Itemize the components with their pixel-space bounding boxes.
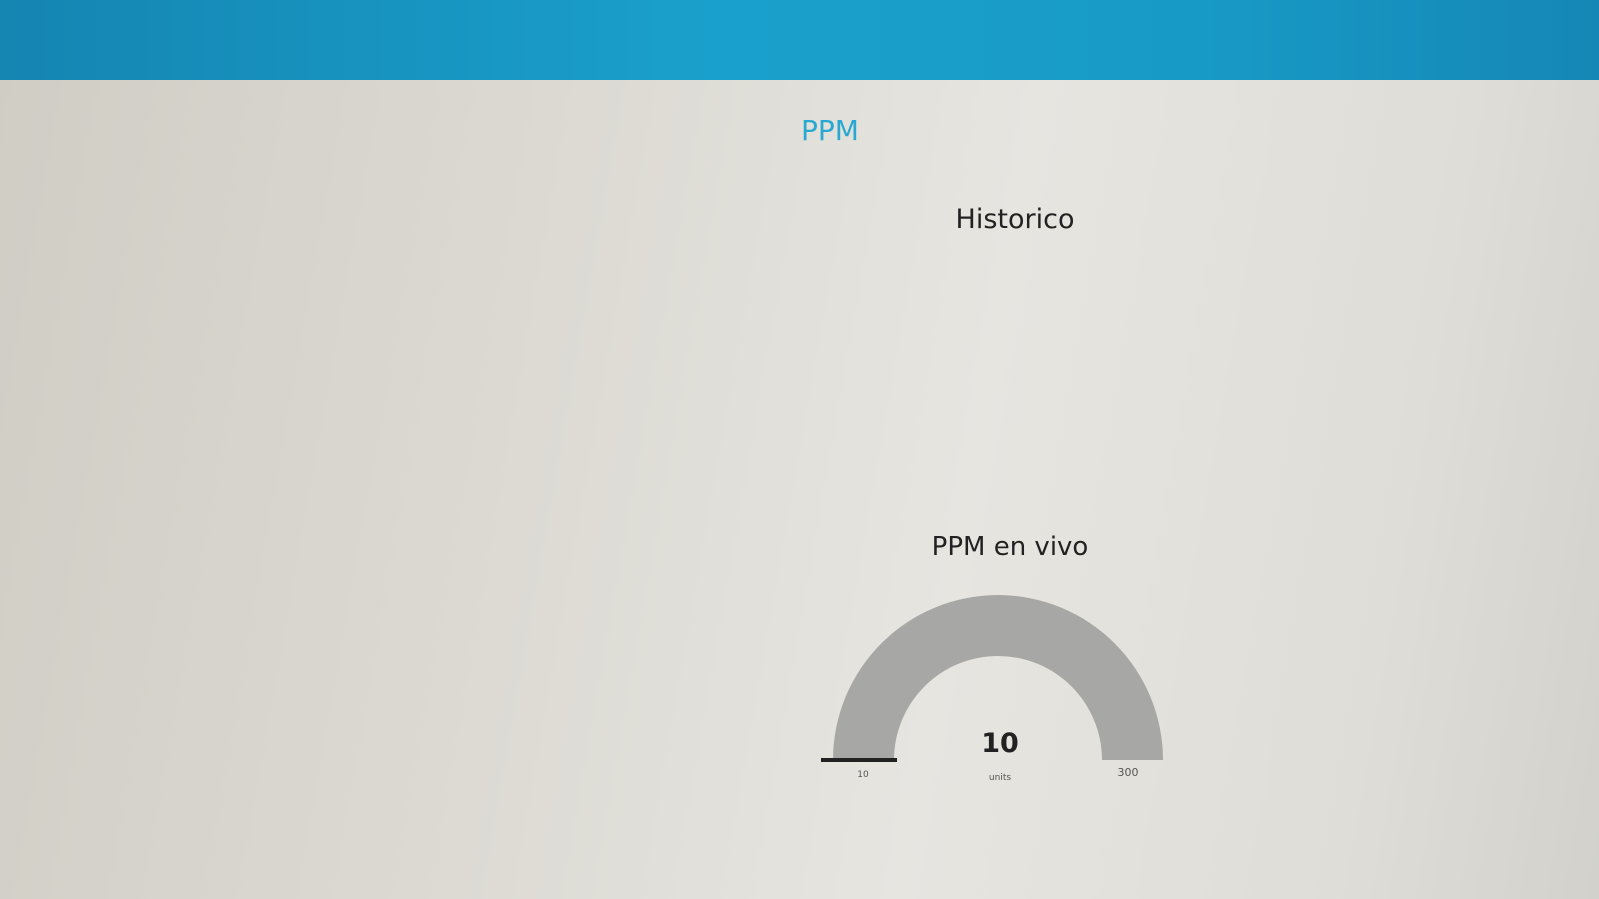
gauge-min-label: 10	[857, 770, 869, 780]
ppm-gauge: 10 units 10 300	[820, 590, 1180, 790]
live-gauge-title: PPM en vivo	[931, 532, 1089, 562]
top-header-bar	[0, 0, 1599, 80]
gauge-graphic	[821, 595, 1163, 762]
gauge-max-label: 300	[1117, 766, 1139, 779]
historico-chart-title: Historico	[955, 204, 1075, 235]
historico-chart-area	[760, 250, 1380, 510]
gauge-value: 10	[981, 728, 1019, 759]
gauge-units: units	[988, 773, 1012, 783]
page-title: PPM	[801, 114, 859, 147]
